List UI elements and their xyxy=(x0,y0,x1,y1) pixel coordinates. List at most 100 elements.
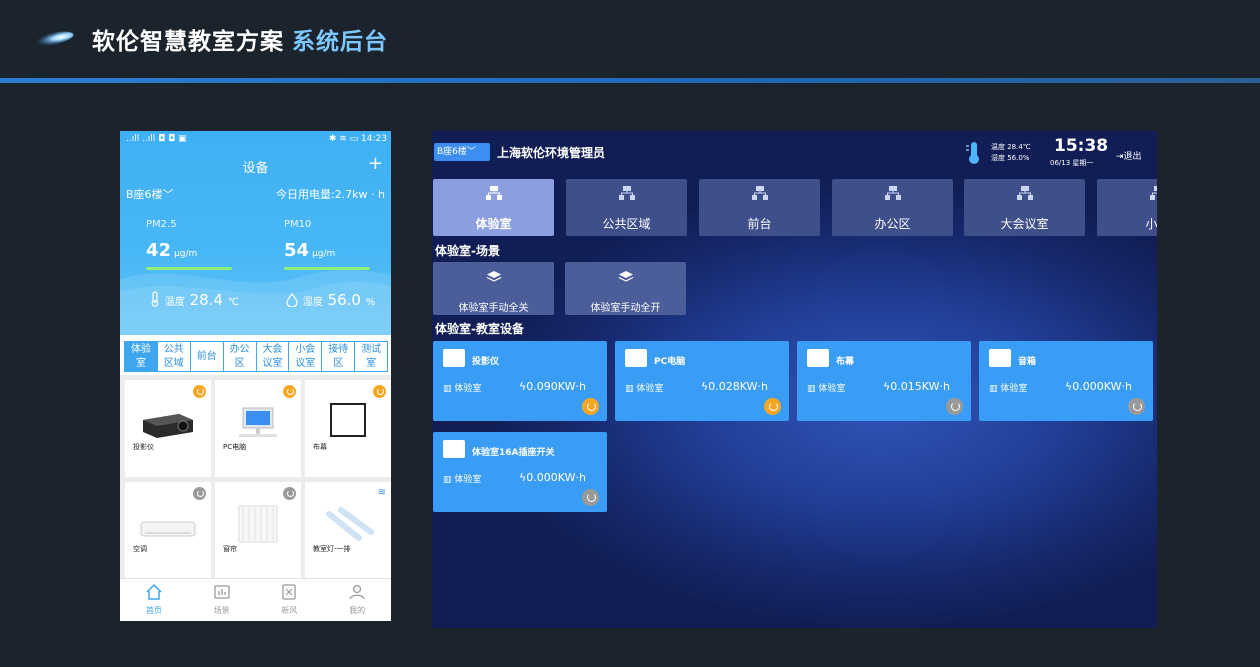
tab-ceshi[interactable]: 测试室 xyxy=(355,342,387,371)
slide-title-sub: 系统后台 xyxy=(292,29,388,55)
tab-line2: 议室 xyxy=(262,358,283,369)
device-room: ▥ 体验室 xyxy=(989,381,1027,394)
device-tile-pc[interactable]: PC电脑 xyxy=(215,380,301,477)
device-tile-screen[interactable]: 布幕 xyxy=(305,380,391,477)
device-grid: 投影仪 PC电脑 布幕 空调 窗帘 ≋ 教室灯-一排 xyxy=(120,375,391,579)
tab-gonggong[interactable]: 公共 区域 xyxy=(158,342,191,371)
tab-line1: 办公 xyxy=(229,344,250,355)
light-tube-icon xyxy=(326,507,374,541)
pc-monitor-icon xyxy=(625,349,647,367)
nav-home[interactable]: 首页 xyxy=(120,579,188,621)
building-icon: ▥ xyxy=(443,384,452,394)
nav-fresh-air[interactable]: 新风 xyxy=(256,579,324,621)
tab-line2: 区 xyxy=(234,358,245,369)
air-conditioner-icon xyxy=(140,521,196,537)
admin-dashboard: B座6楼﹀ 上海软伦环境管理员 温度 28.4℃ 湿度 56.0% 15:38 … xyxy=(432,131,1157,628)
device-name: 窗帘 xyxy=(223,545,237,553)
speaker-icon xyxy=(989,349,1011,367)
power-toggle-icon[interactable] xyxy=(946,398,963,415)
device-name: 布幕 xyxy=(836,357,855,367)
tab-qiantai[interactable]: 前台 xyxy=(191,342,224,371)
admin-name: 上海软伦环境管理员 xyxy=(497,146,606,160)
area-tab-qiantai[interactable]: 前台 xyxy=(699,179,820,236)
scene-section-title: 体验室-场景 xyxy=(435,244,500,258)
area-tab-label: 大会议室 xyxy=(1000,217,1049,231)
power-toggle-icon[interactable] xyxy=(193,487,206,500)
power-toggle-icon[interactable] xyxy=(193,385,206,398)
device-name: 音箱 xyxy=(1018,357,1037,367)
phone-hero: ..ıll ..ıll ◘ ◘ ▣ ✱ ≋ ▭ 14:23 设备 + B座6楼﹀… xyxy=(120,131,391,336)
device-card-projector[interactable]: 投影仪 ▥ 体验室 ϟ0.090KW·h xyxy=(433,341,607,421)
tab-line1: 测试 xyxy=(361,344,382,355)
bottom-nav: 首页 场景 新风 我的 xyxy=(120,578,391,621)
device-energy-value: 0.000KW·h xyxy=(1072,380,1132,393)
device-energy: ϟ0.000KW·h xyxy=(1065,380,1132,393)
power-toggle-icon[interactable] xyxy=(582,398,599,415)
header-divider xyxy=(0,78,1260,83)
device-room: ▥ 体验室 xyxy=(807,381,845,394)
pm10-value-row: 54 μg/m xyxy=(284,240,370,261)
nav-scene[interactable]: 场景 xyxy=(188,579,256,621)
device-tile-projector[interactable]: 投影仪 xyxy=(125,380,211,477)
device-energy: ϟ0.000KW·h xyxy=(519,471,586,484)
device-card-socket[interactable]: 体验室16A插座开关 ▥ 体验室 ϟ0.000KW·h xyxy=(433,432,607,512)
scene-all-off-button[interactable]: 体验室手动全关 xyxy=(433,262,554,315)
tab-line1: 前台 xyxy=(196,351,217,362)
device-tile-light[interactable]: ≋ 教室灯-一排 xyxy=(305,482,391,579)
humidity-unit: % xyxy=(365,297,376,308)
device-name: 布幕 xyxy=(313,443,327,451)
area-tab-label: 办公区 xyxy=(874,217,911,231)
power-toggle-icon[interactable] xyxy=(373,385,386,398)
area-tab-xiaohui[interactable]: 小会 xyxy=(1097,179,1157,236)
device-tile-aircon[interactable]: 空调 xyxy=(125,482,211,579)
power-toggle-icon[interactable] xyxy=(764,398,781,415)
power-toggle-icon[interactable] xyxy=(283,487,296,500)
projector-icon xyxy=(443,349,465,367)
tab-line2: 室 xyxy=(135,358,146,369)
device-tile-curtain[interactable]: 窗帘 xyxy=(215,482,301,579)
power-toggle-icon[interactable] xyxy=(1128,398,1145,415)
layers-icon xyxy=(618,271,633,282)
area-tab-label: 小会 xyxy=(1145,217,1157,231)
area-tabs: 体验室 公共区域 前台 办公区 大会议室 小会 xyxy=(433,179,1157,236)
power-toggle-icon[interactable] xyxy=(283,385,296,398)
device-energy-value: 0.028KW·h xyxy=(708,380,768,393)
area-tab-tiyanshi[interactable]: 体验室 xyxy=(433,179,554,236)
device-card-pc[interactable]: PC电脑 ▥ 体验室 ϟ0.028KW·h xyxy=(615,341,789,421)
tab-dahuiyi[interactable]: 大会 议室 xyxy=(257,342,290,371)
network-icon xyxy=(1016,186,1033,200)
nav-profile[interactable]: 我的 xyxy=(323,579,391,621)
device-card-screen[interactable]: 布幕 ▥ 体验室 ϟ0.015KW·h xyxy=(797,341,971,421)
pc-monitor-icon xyxy=(239,407,277,437)
humidity-value: 56.0 xyxy=(327,291,361,309)
power-toggle-icon[interactable] xyxy=(582,489,599,506)
device-name: PC电脑 xyxy=(654,357,686,367)
tab-tiyanshi[interactable]: 体验室 xyxy=(125,342,158,371)
area-tab-gonggong[interactable]: 公共区域 xyxy=(566,179,687,236)
humidity-readout: 湿度 56.0 % xyxy=(286,291,375,309)
tab-jiedai[interactable]: 接待区 xyxy=(322,342,356,371)
status-bar: ..ıll ..ıll ◘ ◘ ▣ ✱ ≋ ▭ 14:23 xyxy=(120,131,391,149)
env-humidity: 湿度 56.0% xyxy=(991,154,1030,162)
floor-selector[interactable]: B座6楼﹀ xyxy=(126,186,174,202)
area-tab-dahuiyi[interactable]: 大会议室 xyxy=(964,179,1085,236)
device-energy-value: 0.000KW·h xyxy=(526,471,586,484)
add-device-button[interactable]: + xyxy=(368,153,383,174)
tab-line1: 接待 xyxy=(328,344,349,355)
network-icon xyxy=(884,186,901,200)
pm25-value: 42 xyxy=(146,240,172,261)
projection-screen-icon xyxy=(807,349,829,367)
floor-dropdown[interactable]: B座6楼﹀ xyxy=(434,143,490,161)
power-today: 今日用电量:2.7kw · h xyxy=(275,188,385,201)
tab-line1: 大会 xyxy=(262,344,283,355)
device-room: ▥ 体验室 xyxy=(443,472,481,485)
temperature-readout: 温度 28.4 ℃ xyxy=(150,291,239,309)
pm10-label: PM10 xyxy=(284,219,312,230)
tab-line1: 公共 xyxy=(163,344,184,355)
tab-xiaohuiyi[interactable]: 小会 议室 xyxy=(289,342,323,371)
device-card-speaker[interactable]: 音箱 ▥ 体验室 ϟ0.000KW·h xyxy=(979,341,1153,421)
area-tab-bangong[interactable]: 办公区 xyxy=(832,179,953,236)
tab-bangong[interactable]: 办公区 xyxy=(224,342,257,371)
logout-button[interactable]: ⇥退出 xyxy=(1116,149,1142,162)
scene-all-on-button[interactable]: 体验室手动全开 xyxy=(565,262,686,315)
